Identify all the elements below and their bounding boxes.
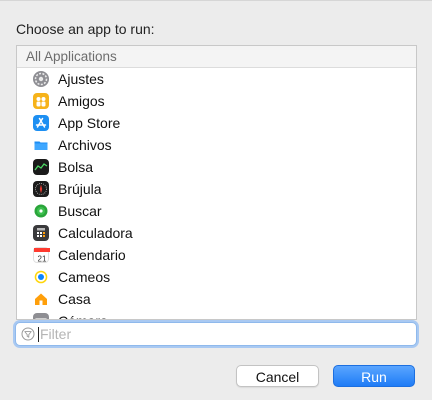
list-item[interactable]: Ajustes <box>17 68 416 90</box>
list-item-label: App Store <box>58 115 121 131</box>
list-header: All Applications <box>17 46 416 68</box>
cancel-button[interactable]: Cancel <box>236 365 319 387</box>
run-button[interactable]: Run <box>333 365 415 387</box>
filter-icon <box>21 327 35 341</box>
list-item-label: Brújula <box>58 181 102 197</box>
folder-icon <box>33 137 49 153</box>
cameos-icon <box>33 269 49 285</box>
list-item-label: Buscar <box>58 203 102 219</box>
list-item-label: Cámara <box>58 310 108 319</box>
find-icon <box>33 203 49 219</box>
list-item-label: Bolsa <box>58 159 94 175</box>
text-caret <box>38 327 39 342</box>
gear-icon <box>33 71 49 87</box>
calendar-icon: 21 <box>33 247 50 264</box>
camera-icon <box>33 313 49 319</box>
list-item-label: Amigos <box>58 93 105 109</box>
list-item-label: Casa <box>58 291 91 307</box>
list-item[interactable]: Amigos <box>17 90 416 112</box>
list-item[interactable]: Brújula <box>17 178 416 200</box>
applications-list[interactable]: All Applications Ajustes Amigos App Stor… <box>16 45 417 320</box>
list-item-label: Calendario <box>58 247 126 263</box>
filter-input[interactable] <box>40 324 410 344</box>
list-item-label: Cameos <box>58 269 111 285</box>
list-item[interactable]: Cámara <box>17 310 416 319</box>
app-store-icon <box>33 115 49 131</box>
list-item-label: Ajustes <box>58 71 104 87</box>
list-item[interactable]: 21 Calendario <box>17 244 416 266</box>
calculator-icon <box>33 225 49 241</box>
app-chooser-dialog: Choose an app to run: All Applications A… <box>0 0 432 400</box>
list-item-label: Calculadora <box>58 225 133 241</box>
home-icon <box>33 291 49 307</box>
compass-icon <box>33 181 49 197</box>
list-item[interactable]: Casa <box>17 288 416 310</box>
svg-text:21: 21 <box>38 255 47 264</box>
list-item[interactable]: Cameos <box>17 266 416 288</box>
stocks-icon <box>33 159 49 175</box>
dialog-prompt: Choose an app to run: <box>16 21 155 37</box>
list-item-label: Archivos <box>58 137 112 153</box>
list-item[interactable]: Buscar <box>17 200 416 222</box>
list-item[interactable]: App Store <box>17 112 416 134</box>
list-item[interactable]: Archivos <box>17 134 416 156</box>
list-item[interactable]: Bolsa <box>17 156 416 178</box>
filter-field[interactable] <box>15 322 417 346</box>
list-item[interactable]: Calculadora <box>17 222 416 244</box>
people-icon <box>33 93 49 109</box>
